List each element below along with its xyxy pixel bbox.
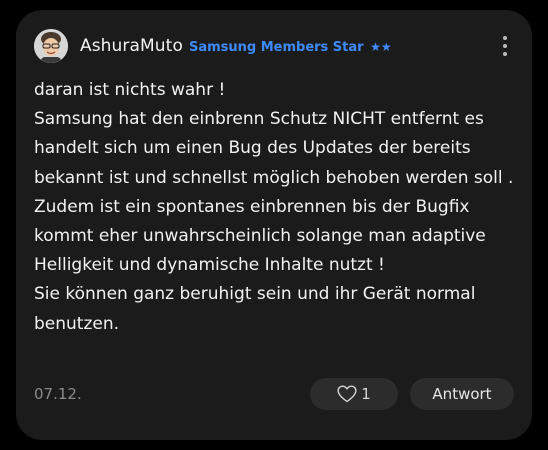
badge-stars-icon: ★★ <box>370 39 392 54</box>
post-card: AshuraMuto Samsung Members Star ★★ daran… <box>16 10 532 440</box>
author-name[interactable]: AshuraMuto <box>80 36 183 56</box>
post-line: Samsung hat den einbrenn Schutz NICHT en… <box>34 109 514 188</box>
post-date: 07.12. <box>34 385 82 403</box>
like-button[interactable]: 1 <box>310 378 398 410</box>
heart-icon <box>337 385 357 403</box>
more-vertical-icon[interactable] <box>502 36 508 56</box>
post-line: Sie können ganz beruhigt sein und ihr Ge… <box>34 284 476 334</box>
like-count: 1 <box>361 385 371 403</box>
reply-button[interactable]: Antwort <box>410 378 514 410</box>
memoji-avatar-icon <box>34 29 68 63</box>
badge-label: Samsung Members Star <box>188 39 364 55</box>
post-body: daran ist nichts wahr ! Samsung hat den … <box>34 76 524 339</box>
post-footer: 07.12. 1 Antwort <box>34 378 514 410</box>
post-line: daran ist nichts wahr ! <box>34 80 226 100</box>
member-badge: Samsung Members Star ★★ <box>189 40 392 55</box>
avatar[interactable] <box>34 29 68 63</box>
post-line: Zudem ist ein spontanes einbrennen bis d… <box>34 196 486 276</box>
post-header: AshuraMuto Samsung Members Star ★★ <box>34 26 392 66</box>
